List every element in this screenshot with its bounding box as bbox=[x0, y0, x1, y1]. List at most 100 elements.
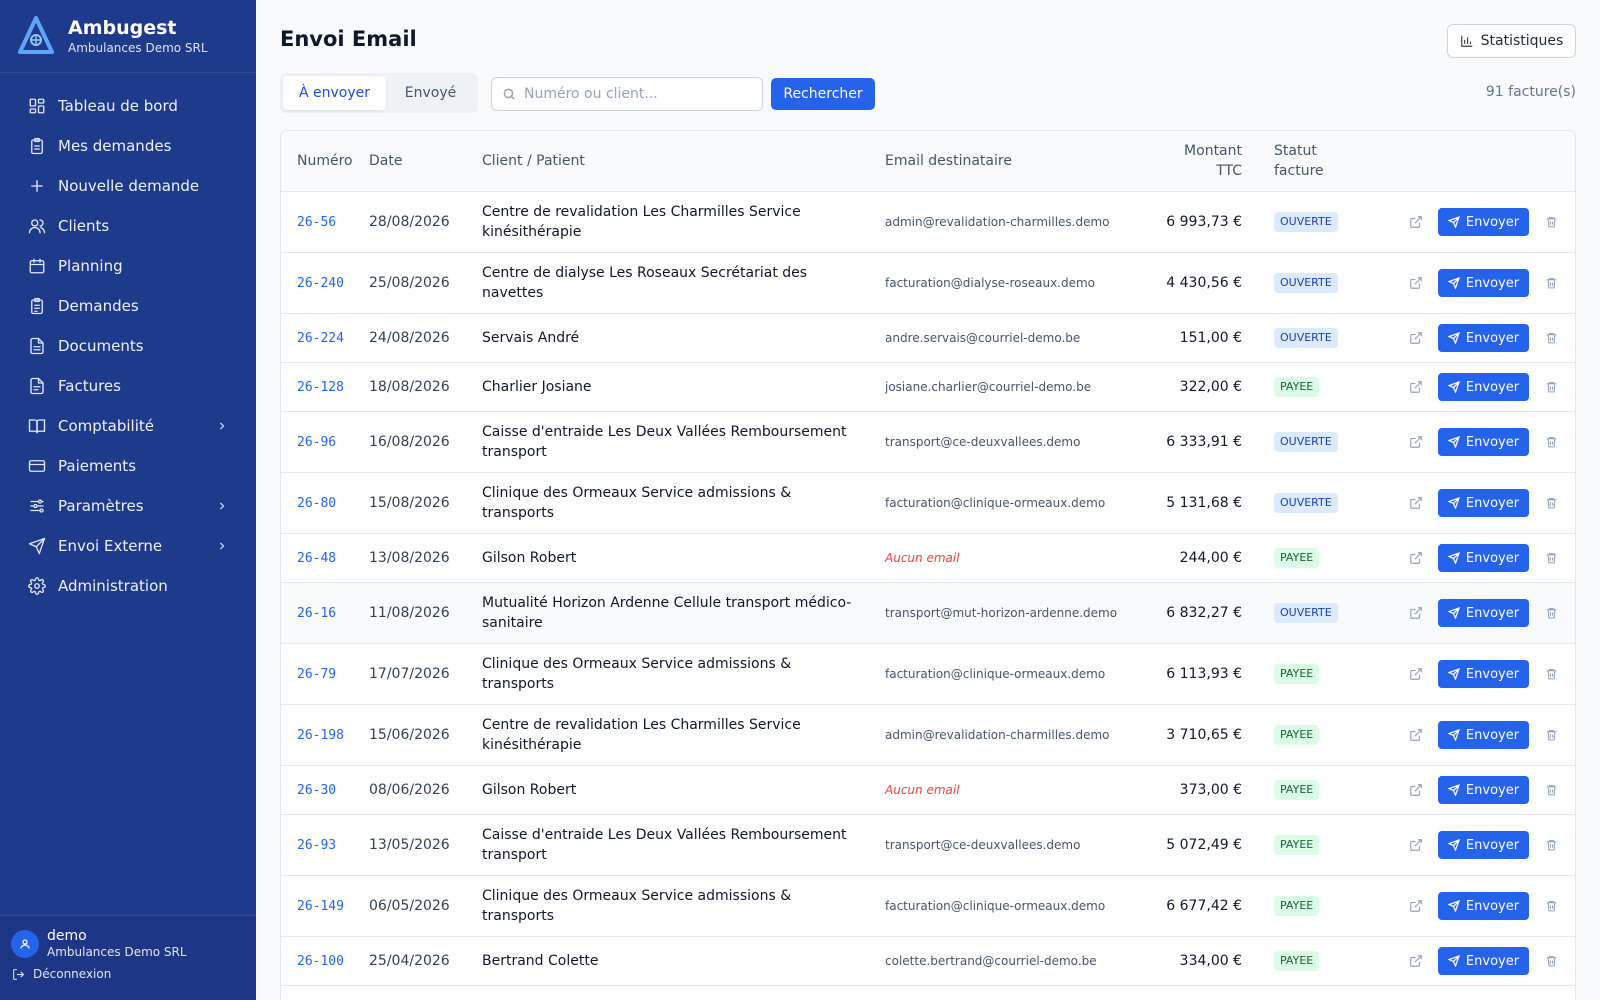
invoice-number-link[interactable]: 26-93 bbox=[297, 838, 336, 853]
sidebar-item-paiements[interactable]: Paiements bbox=[0, 446, 256, 486]
sidebar-item-factures[interactable]: Factures bbox=[0, 366, 256, 406]
send-button[interactable]: Envoyer bbox=[1438, 208, 1529, 236]
brand[interactable]: Ambugest Ambulances Demo SRL bbox=[0, 0, 256, 73]
amount: 334,00 € bbox=[1179, 953, 1242, 969]
logout-link[interactable]: Déconnexion bbox=[0, 959, 256, 981]
tab-to-send[interactable]: À envoyer bbox=[283, 76, 386, 110]
delete-button[interactable] bbox=[1543, 433, 1559, 451]
send-button[interactable]: Envoyer bbox=[1438, 721, 1529, 749]
delete-button[interactable] bbox=[1543, 836, 1559, 854]
invoice-number-link[interactable]: 26-30 bbox=[297, 783, 336, 798]
client-name: Gilson Robert bbox=[482, 782, 577, 798]
table-row[interactable]: 26-56 28/08/2026 Centre de revalidation Le… bbox=[281, 192, 1575, 253]
delete-button[interactable] bbox=[1543, 494, 1559, 512]
delete-button[interactable] bbox=[1543, 952, 1559, 970]
send-button[interactable]: Envoyer bbox=[1438, 269, 1529, 297]
table-row[interactable]: 26-149 06/05/2026 Clinique des Ormeaux Ser… bbox=[281, 876, 1575, 937]
send-button[interactable]: Envoyer bbox=[1438, 544, 1529, 572]
table-row[interactable]: 26-48 13/08/2026 Gilson Robert Aucun email 2… bbox=[281, 534, 1575, 583]
sidebar-item-envoi-externe[interactable]: Envoi Externe bbox=[0, 526, 256, 566]
sidebar-item-label: Planning bbox=[58, 257, 123, 275]
sidebar-item-demandes[interactable]: Demandes bbox=[0, 286, 256, 326]
invoice-number-link[interactable]: 26-240 bbox=[297, 276, 344, 291]
open-external-button[interactable] bbox=[1406, 212, 1426, 232]
delete-button[interactable] bbox=[1543, 274, 1559, 292]
open-external-button[interactable] bbox=[1406, 603, 1426, 623]
table-row[interactable]: 26-80 15/08/2026 Clinique des Ormeaux Serv… bbox=[281, 473, 1575, 534]
sidebar-item-param-tres[interactable]: Paramètres bbox=[0, 486, 256, 526]
send-button[interactable]: Envoyer bbox=[1438, 892, 1529, 920]
open-external-button[interactable] bbox=[1406, 377, 1426, 397]
search-button[interactable]: Rechercher bbox=[771, 78, 875, 110]
col-date[interactable]: Date bbox=[369, 153, 482, 169]
sidebar-item-planning[interactable]: Planning bbox=[0, 246, 256, 286]
open-external-button[interactable] bbox=[1406, 835, 1426, 855]
invoice-number-link[interactable]: 26-198 bbox=[297, 728, 344, 743]
invoice-number-link[interactable]: 26-48 bbox=[297, 551, 336, 566]
invoice-number-link[interactable]: 26-224 bbox=[297, 331, 344, 346]
col-email[interactable]: Email destinataire bbox=[885, 153, 1125, 169]
delete-button[interactable] bbox=[1543, 897, 1559, 915]
sidebar-item-clients[interactable]: Clients bbox=[0, 206, 256, 246]
invoice-number-link[interactable]: 26-16 bbox=[297, 606, 336, 621]
delete-button[interactable] bbox=[1543, 549, 1559, 567]
open-external-button[interactable] bbox=[1406, 664, 1426, 684]
invoice-number-link[interactable]: 26-149 bbox=[297, 899, 344, 914]
open-external-button[interactable] bbox=[1406, 725, 1426, 745]
send-button[interactable]: Envoyer bbox=[1438, 324, 1529, 352]
invoice-number-link[interactable]: 26-128 bbox=[297, 380, 344, 395]
send-button[interactable]: Envoyer bbox=[1438, 660, 1529, 688]
table-row[interactable]: 26-198 15/06/2026 Centre de revalidation L… bbox=[281, 705, 1575, 766]
sidebar-item-mes-demandes[interactable]: Mes demandes bbox=[0, 126, 256, 166]
col-status[interactable]: Statut facture bbox=[1242, 141, 1345, 181]
send-button[interactable]: Envoyer bbox=[1438, 489, 1529, 517]
send-button[interactable]: Envoyer bbox=[1438, 373, 1529, 401]
col-number[interactable]: Numéro bbox=[281, 153, 369, 169]
open-external-button[interactable] bbox=[1406, 951, 1426, 971]
sidebar-item-comptabilit-[interactable]: Comptabilité bbox=[0, 406, 256, 446]
table-row[interactable]: 26-93 13/05/2026 Caisse d'entraide Les Deu… bbox=[281, 815, 1575, 876]
delete-button[interactable] bbox=[1543, 329, 1559, 347]
delete-button[interactable] bbox=[1543, 604, 1559, 622]
open-external-button[interactable] bbox=[1406, 548, 1426, 568]
table-row[interactable]: 26-224 24/08/2026 Servais André andre.serva… bbox=[281, 314, 1575, 363]
col-client[interactable]: Client / Patient bbox=[482, 153, 885, 169]
delete-button[interactable] bbox=[1543, 378, 1559, 396]
send-button[interactable]: Envoyer bbox=[1438, 428, 1529, 456]
sidebar-item-nouvelle-demande[interactable]: Nouvelle demande bbox=[0, 166, 256, 206]
open-external-button[interactable] bbox=[1406, 432, 1426, 452]
table-row[interactable]: 26-79 17/07/2026 Clinique des Ormeaux Serv… bbox=[281, 644, 1575, 705]
invoice-number-link[interactable]: 26-100 bbox=[297, 954, 344, 969]
invoice-number-link[interactable]: 26-80 bbox=[297, 496, 336, 511]
delete-button[interactable] bbox=[1543, 665, 1559, 683]
sidebar-item-documents[interactable]: Documents bbox=[0, 326, 256, 366]
table-row[interactable]: 26-240 25/08/2026 Centre de dialyse Les Ro… bbox=[281, 253, 1575, 314]
delete-button[interactable] bbox=[1543, 213, 1559, 231]
open-external-button[interactable] bbox=[1406, 493, 1426, 513]
open-external-button[interactable] bbox=[1406, 273, 1426, 293]
invoice-number-link[interactable]: 26-96 bbox=[297, 435, 336, 450]
status-badge: PAYEE bbox=[1274, 780, 1320, 800]
table-row[interactable]: 26-100 25/04/2026 Bertrand Colette colette.… bbox=[281, 937, 1575, 986]
delete-button[interactable] bbox=[1543, 726, 1559, 744]
table-row[interactable]: 26-128 18/08/2026 Charlier Josiane josiane.… bbox=[281, 363, 1575, 412]
open-external-button[interactable] bbox=[1406, 896, 1426, 916]
col-amount[interactable]: Montant TTC bbox=[1125, 141, 1242, 181]
send-button[interactable]: Envoyer bbox=[1438, 776, 1529, 804]
delete-button[interactable] bbox=[1543, 781, 1559, 799]
send-button[interactable]: Envoyer bbox=[1438, 947, 1529, 975]
open-external-button[interactable] bbox=[1406, 328, 1426, 348]
invoice-number-link[interactable]: 26-56 bbox=[297, 215, 336, 230]
send-button[interactable]: Envoyer bbox=[1438, 831, 1529, 859]
statistics-button[interactable]: Statistiques bbox=[1447, 24, 1576, 58]
invoice-number-link[interactable]: 26-79 bbox=[297, 667, 336, 682]
send-button[interactable]: Envoyer bbox=[1438, 599, 1529, 627]
sidebar-item-administration[interactable]: Administration bbox=[0, 566, 256, 606]
tab-sent[interactable]: Envoyé bbox=[386, 76, 475, 110]
search-input[interactable] bbox=[524, 86, 744, 102]
table-row[interactable]: 26-30 08/06/2026 Gilson Robert Aucun email 3… bbox=[281, 766, 1575, 815]
table-row[interactable]: 26-16 11/08/2026 Mutualité Horizon Ardenne… bbox=[281, 583, 1575, 644]
table-row[interactable]: 26-96 16/08/2026 Caisse d'entraide Les Deu… bbox=[281, 412, 1575, 473]
sidebar-item-tableau-de-bord[interactable]: Tableau de bord bbox=[0, 86, 256, 126]
open-external-button[interactable] bbox=[1406, 780, 1426, 800]
